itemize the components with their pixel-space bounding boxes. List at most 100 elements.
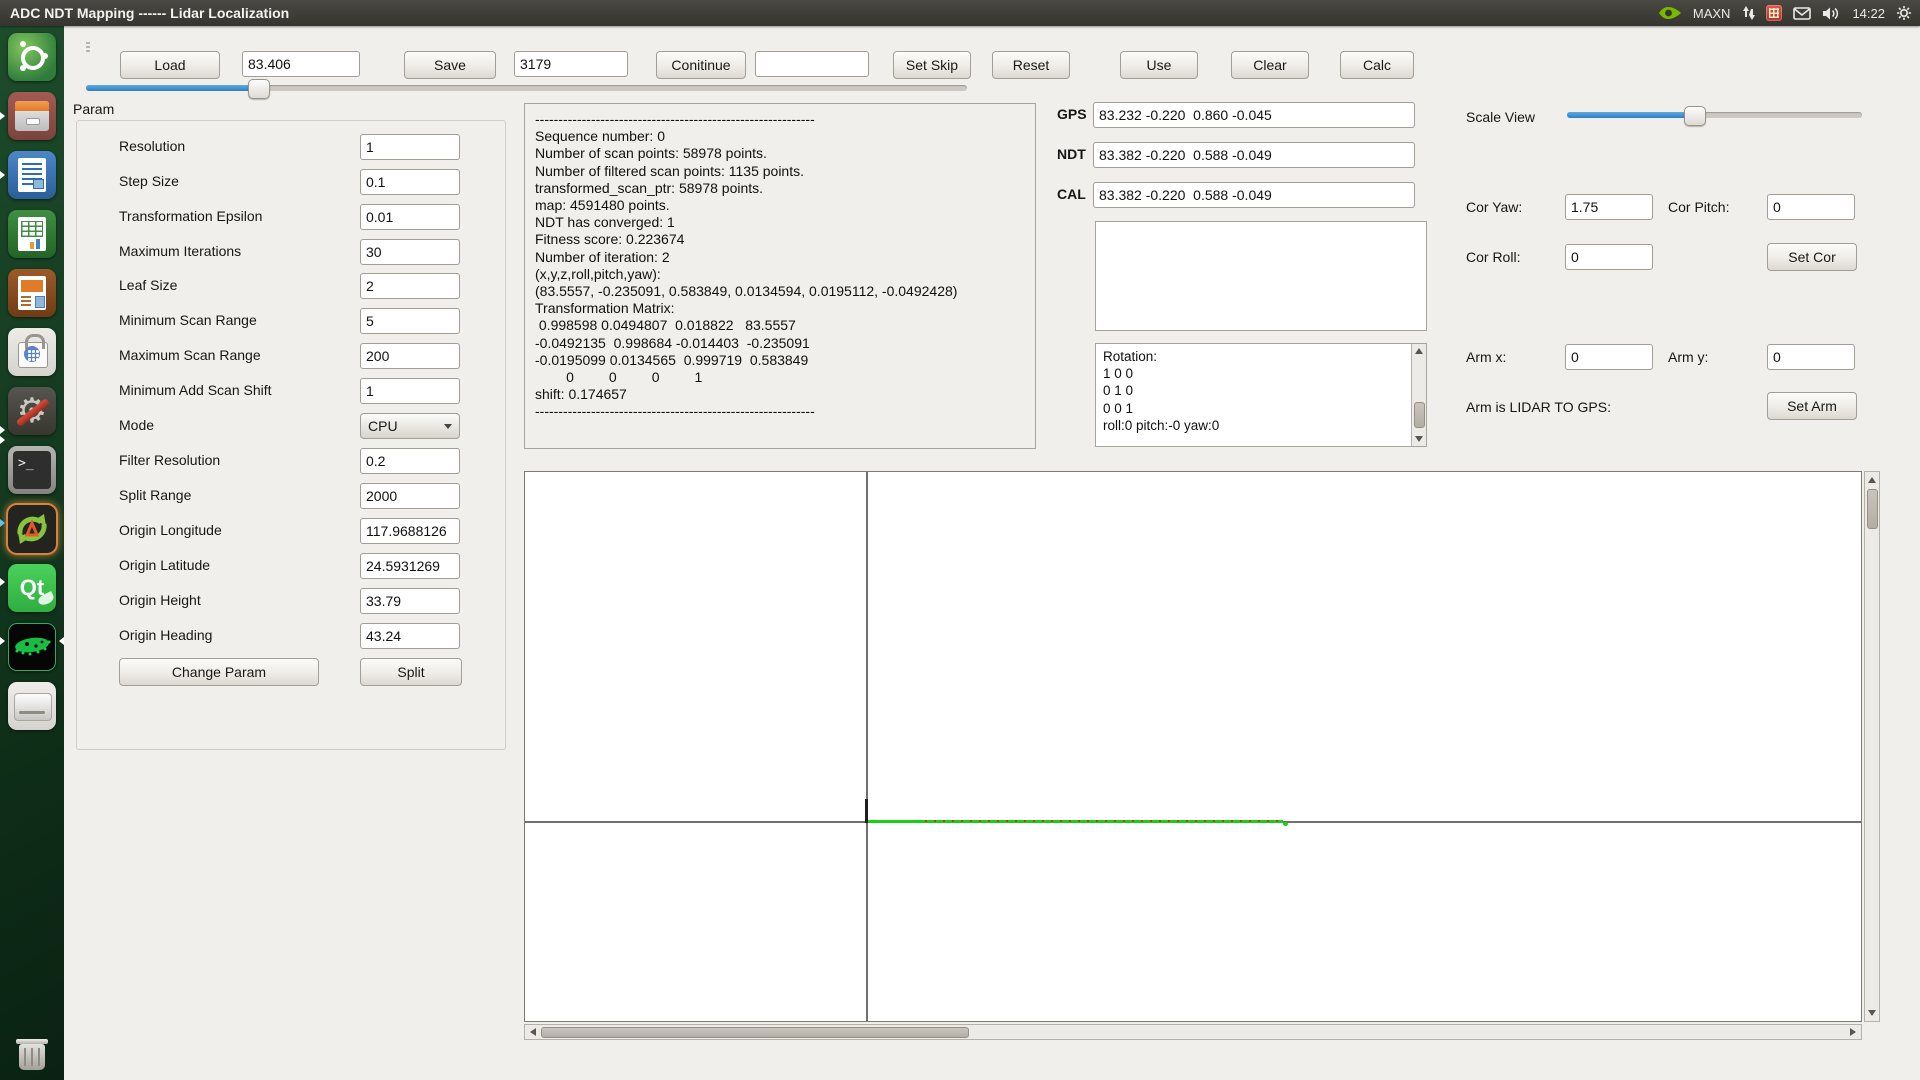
param-input-origin-height[interactable] xyxy=(360,588,460,614)
split-button[interactable]: Split xyxy=(360,658,462,686)
param-label-mode: Mode xyxy=(119,417,154,433)
launcher-lidar-viewer-icon[interactable] xyxy=(8,623,56,671)
input-method-icon[interactable] xyxy=(1766,5,1782,21)
canvas-hscrollbar[interactable] xyxy=(524,1024,1862,1040)
launcher-impress-icon[interactable] xyxy=(8,269,56,317)
visualization-canvas[interactable] xyxy=(524,471,1862,1022)
rotation-panel: Rotation: 1 0 0 0 1 0 0 0 1 roll:0 pitch… xyxy=(1095,343,1427,447)
param-input-leaf-size[interactable] xyxy=(360,273,460,299)
launcher-settings-icon[interactable]: ⚙ xyxy=(8,387,56,435)
param-label: Filter Resolution xyxy=(119,452,220,468)
updown-arrows-icon[interactable] xyxy=(1741,5,1755,21)
launcher-disk-icon[interactable] xyxy=(8,682,56,730)
launcher-qtcreator-icon[interactable]: Qt xyxy=(8,564,56,612)
set-skip-button[interactable]: Set Skip xyxy=(893,51,971,79)
launcher-terminal-icon[interactable]: >_ xyxy=(8,446,56,494)
nvidia-icon[interactable] xyxy=(1658,5,1682,21)
arm-note-label: Arm is LIDAR TO GPS: xyxy=(1466,399,1611,415)
param-input-max-iterations[interactable] xyxy=(360,239,460,265)
trajectory-red-speckles xyxy=(925,820,1280,822)
gpu-mode-label[interactable]: MAXN xyxy=(1693,6,1731,21)
param-label: Transformation Epsilon xyxy=(119,208,262,224)
save-button[interactable]: Save xyxy=(404,51,496,79)
arm-y-input[interactable] xyxy=(1767,344,1855,370)
param-input-trans-epsilon[interactable] xyxy=(360,204,460,230)
frame-slider-fill xyxy=(86,85,256,91)
trajectory-end-point xyxy=(1283,822,1288,826)
status-box xyxy=(1095,221,1427,331)
param-group-title: Param xyxy=(73,101,114,117)
cor-roll-label: Cor Roll: xyxy=(1466,249,1520,265)
cor-yaw-input[interactable] xyxy=(1565,194,1653,220)
scale-view-label: Scale View xyxy=(1466,109,1535,125)
continue-button[interactable]: Conitinue xyxy=(656,51,746,79)
cor-roll-input[interactable] xyxy=(1565,244,1653,270)
param-label: Maximum Iterations xyxy=(119,243,241,259)
system-tray: MAXN 14:22 xyxy=(1658,0,1912,26)
cor-pitch-label: Cor Pitch: xyxy=(1668,199,1729,215)
param-input-min-scan-range[interactable] xyxy=(360,308,460,334)
launcher-software-icon[interactable] xyxy=(8,328,56,376)
param-input-max-scan-range[interactable] xyxy=(360,343,460,369)
cor-pitch-input[interactable] xyxy=(1767,194,1855,220)
param-input-min-add-scan-shift[interactable] xyxy=(360,378,460,404)
param-input-resolution[interactable] xyxy=(360,134,460,160)
cal-pose-input[interactable] xyxy=(1093,182,1415,208)
ndt-log-panel: ----------------------------------------… xyxy=(524,103,1036,449)
arm-y-label: Arm y: xyxy=(1668,349,1708,365)
arm-x-input[interactable] xyxy=(1565,344,1653,370)
rotation-text: Rotation: 1 0 0 0 1 0 0 0 1 roll:0 pitch… xyxy=(1096,344,1426,438)
volume-icon[interactable] xyxy=(1822,6,1841,21)
mail-icon[interactable] xyxy=(1793,7,1811,20)
param-input-origin-longitude[interactable] xyxy=(360,518,460,544)
cor-yaw-label: Cor Yaw: xyxy=(1466,199,1522,215)
set-arm-button[interactable]: Set Arm xyxy=(1767,392,1857,420)
param-input-split-range[interactable] xyxy=(360,483,460,509)
session-gear-icon[interactable] xyxy=(1896,5,1912,21)
skip-value-input[interactable] xyxy=(755,51,869,77)
ndt-label: NDT xyxy=(1057,146,1086,162)
load-value-input[interactable] xyxy=(242,51,360,77)
launcher-writer-icon[interactable] xyxy=(8,151,56,199)
launcher-trash-icon[interactable] xyxy=(8,1030,56,1078)
param-label: Minimum Scan Range xyxy=(119,312,257,328)
param-label: Origin Latitude xyxy=(119,557,210,573)
ndt-pose-input[interactable] xyxy=(1093,142,1415,168)
clock[interactable]: 14:22 xyxy=(1852,6,1885,21)
param-input-step-size[interactable] xyxy=(360,169,460,195)
param-label: Leaf Size xyxy=(119,277,177,293)
param-label: Origin Longitude xyxy=(119,522,222,538)
rotation-scrollbar[interactable] xyxy=(1411,344,1426,446)
chevron-down-icon xyxy=(444,424,452,429)
save-value-input[interactable] xyxy=(514,51,628,77)
gps-pose-input[interactable] xyxy=(1093,102,1415,128)
window-title: ADC NDT Mapping ------ Lidar Localizatio… xyxy=(10,5,289,21)
arm-x-label: Arm x: xyxy=(1466,349,1506,365)
toolbar-grip[interactable] xyxy=(86,42,90,52)
launcher-ubuntu-dash-icon[interactable] xyxy=(8,33,56,81)
param-label: Minimum Add Scan Shift xyxy=(119,382,272,398)
launcher-file-manager-icon[interactable] xyxy=(8,92,56,140)
frame-slider-handle[interactable] xyxy=(248,79,270,99)
load-button[interactable]: Load xyxy=(120,51,220,79)
clear-button[interactable]: Clear xyxy=(1231,51,1309,79)
use-button[interactable]: Use xyxy=(1120,51,1198,79)
param-input-origin-heading[interactable] xyxy=(360,623,460,649)
param-label: Origin Height xyxy=(119,592,201,608)
launcher-calc-icon[interactable] xyxy=(8,210,56,258)
param-input-filter-resolution[interactable] xyxy=(360,448,460,474)
mode-select[interactable]: CPU xyxy=(360,413,460,439)
gps-label: GPS xyxy=(1057,106,1087,122)
set-cor-button[interactable]: Set Cor xyxy=(1767,243,1857,271)
unity-launcher: ⚙ >_ Qt xyxy=(0,26,64,1080)
param-label: Step Size xyxy=(119,173,179,189)
param-label: Origin Heading xyxy=(119,627,212,643)
canvas-vscrollbar[interactable] xyxy=(1864,471,1880,1022)
param-input-origin-latitude[interactable] xyxy=(360,553,460,579)
launcher-updater-icon[interactable] xyxy=(8,505,56,553)
scale-view-slider-handle[interactable] xyxy=(1684,106,1706,126)
mode-selected-value: CPU xyxy=(368,418,398,434)
reset-button[interactable]: Reset xyxy=(992,51,1070,79)
change-param-button[interactable]: Change Param xyxy=(119,658,319,686)
calc-button[interactable]: Calc xyxy=(1340,51,1414,79)
